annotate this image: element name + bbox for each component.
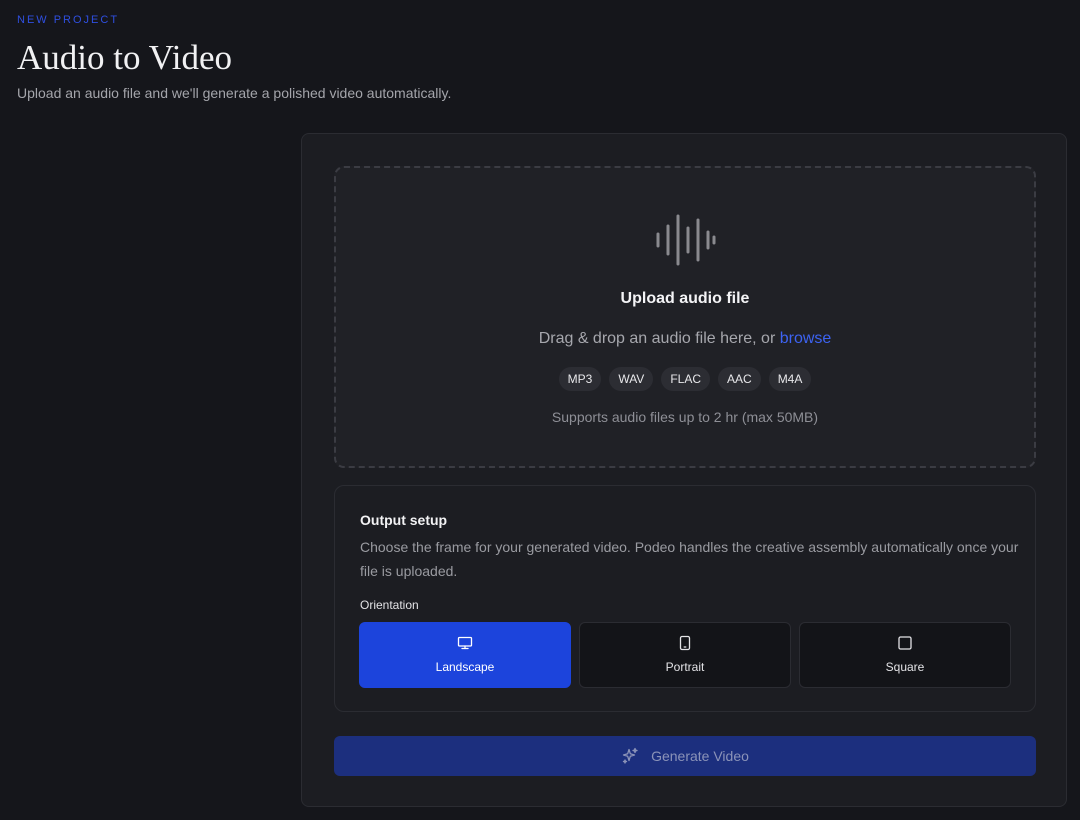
orientation-square-label: Square bbox=[885, 660, 925, 674]
drop-hint: Drag & drop an audio file here, or brows… bbox=[336, 330, 1034, 348]
orientation-label: Orientation bbox=[360, 598, 419, 612]
output-setup-description: Choose the frame for your generated vide… bbox=[360, 539, 1019, 579]
audio-to-video-card: Upload audio file Drag & drop an audio f… bbox=[301, 133, 1067, 807]
square-icon bbox=[800, 635, 1010, 651]
audio-dropzone[interactable]: Upload audio file Drag & drop an audio f… bbox=[334, 166, 1036, 468]
browse-link[interactable]: browse bbox=[780, 330, 832, 347]
generate-video-label: Generate Video bbox=[651, 748, 749, 764]
orientation-portrait-button[interactable]: Portrait bbox=[579, 622, 791, 688]
page-title: Audio to Video bbox=[17, 38, 233, 77]
page-subtitle: Upload an audio file and we'll generate … bbox=[17, 85, 452, 101]
monitor-icon bbox=[360, 635, 570, 651]
orientation-square-button[interactable]: Square bbox=[799, 622, 1011, 688]
drop-hint-text: Drag & drop an audio file here, or bbox=[538, 330, 776, 347]
orientation-landscape-button[interactable]: Landscape bbox=[359, 622, 571, 688]
format-chip-m4a: M4A bbox=[768, 367, 812, 391]
audio-waveform-icon bbox=[656, 214, 716, 266]
phone-icon bbox=[580, 635, 790, 651]
format-chip-wav: WAV bbox=[609, 367, 654, 391]
orientation-portrait-label: Portrait bbox=[665, 660, 705, 674]
upload-title: Upload audio file bbox=[620, 290, 750, 307]
sparkle-icon bbox=[621, 747, 639, 765]
format-chip-aac: AAC bbox=[718, 367, 761, 391]
generate-video-button[interactable]: Generate Video bbox=[334, 736, 1036, 776]
orientation-landscape-label: Landscape bbox=[435, 660, 495, 674]
page-eyebrow: NEW PROJECT bbox=[17, 14, 120, 26]
format-chip-mp3: MP3 bbox=[558, 367, 602, 391]
format-list: MP3 WAV FLAC AAC M4A bbox=[336, 367, 1034, 391]
format-chip-flac: FLAC bbox=[661, 367, 710, 391]
output-setup-title: Output setup bbox=[360, 512, 448, 528]
output-setup-panel: Output setup Choose the frame for your g… bbox=[334, 485, 1036, 712]
size-limit-note: Supports audio files up to 2 hr (max 50M… bbox=[551, 409, 819, 425]
